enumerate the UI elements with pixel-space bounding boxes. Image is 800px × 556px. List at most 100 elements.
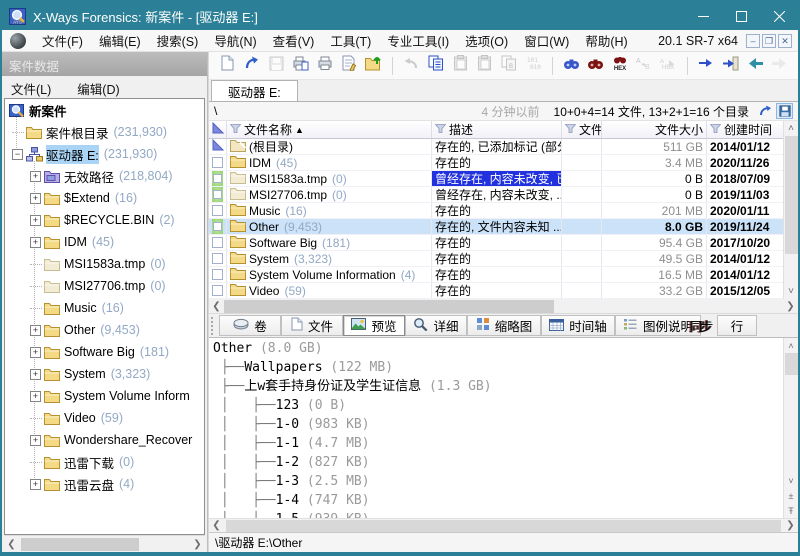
file-list-hscrollbar[interactable]: ❮ ❯: [209, 299, 798, 314]
file-row-music[interactable]: Music(16)存在的201 MB2020/01/11: [209, 203, 783, 219]
scroll-right-icon[interactable]: ❯: [783, 299, 798, 314]
file-name-cell[interactable]: MSI1583a.tmp(0): [227, 171, 432, 186]
description-cell[interactable]: 存在的, 已添加标记 (部分...: [432, 139, 562, 154]
expand-plus-icon[interactable]: +: [30, 325, 41, 336]
hscroll-thumb[interactable]: [226, 520, 781, 532]
menubar-item-1[interactable]: 文件(F): [34, 29, 91, 52]
scroll-right-icon[interactable]: ❯: [783, 518, 798, 533]
file-type-cell[interactable]: [562, 139, 602, 154]
goto-offset-button[interactable]: [694, 54, 718, 77]
scroll-up-icon[interactable]: ˄: [784, 121, 799, 136]
paste-button[interactable]: [448, 54, 472, 77]
tree-item--[interactable]: +无效路径(218,804): [5, 165, 204, 187]
scroll-down-icon[interactable]: ˅: [784, 284, 799, 299]
properties-button[interactable]: [337, 54, 361, 77]
mdi-restore-button[interactable]: ❐: [762, 34, 776, 48]
menubar-item-9[interactable]: 窗口(W): [516, 29, 577, 52]
file-type-cell[interactable]: [562, 187, 602, 202]
mode-tab-预览[interactable]: 预览: [343, 315, 405, 336]
description-cell[interactable]: 存在的: [432, 155, 562, 170]
row-select-cell[interactable]: [209, 155, 227, 170]
file-row-msi27706-tmp[interactable]: MSI27706.tmp(0)曾经存在, 内容未改变, ...0 B2019/1…: [209, 187, 783, 203]
menubar-item-10[interactable]: 帮助(H): [577, 29, 635, 52]
file-row-system[interactable]: System(3,323)存在的49.5 GB2014/01/12: [209, 251, 783, 267]
file-type-cell[interactable]: [562, 203, 602, 218]
file-name-cell[interactable]: (根目录): [227, 139, 432, 154]
refresh-icon[interactable]: [757, 103, 774, 119]
print-button[interactable]: [313, 54, 337, 77]
file-type-cell[interactable]: [562, 283, 602, 298]
hex-replace-button[interactable]: AHEX: [657, 54, 681, 77]
case-tree-hscrollbar[interactable]: ❮ ❯: [4, 535, 205, 552]
simultaneous-search-button[interactable]: [583, 54, 607, 77]
search-button[interactable]: [559, 54, 583, 77]
mdi-minimize-button[interactable]: –: [746, 34, 760, 48]
collapse-minus-icon[interactable]: −: [12, 149, 23, 160]
expand-plus-icon[interactable]: +: [30, 237, 41, 248]
row-select-cell[interactable]: [209, 203, 227, 218]
replace-button[interactable]: AB: [632, 54, 656, 77]
row-select-cell[interactable]: [209, 139, 227, 154]
save-listing-icon[interactable]: [776, 103, 793, 119]
scroll-up-icon[interactable]: ˄: [784, 338, 799, 353]
created-cell[interactable]: 2019/11/03: [707, 187, 783, 202]
row-select-cell[interactable]: [209, 251, 227, 266]
binary-ops-button[interactable]: 101010: [521, 54, 545, 77]
column-header-文件名称[interactable]: 文件名称▲: [227, 121, 432, 138]
column-header-文件类[interactable]: 文件类: [562, 121, 602, 138]
tagged-checkbox[interactable]: [212, 187, 223, 202]
row-select-cell[interactable]: [209, 171, 227, 186]
file-type-cell[interactable]: [562, 155, 602, 170]
file-name-cell[interactable]: System(3,323): [227, 251, 432, 266]
menubar-item-6[interactable]: 工具(T): [322, 29, 379, 52]
expand-plus-icon[interactable]: +: [30, 369, 41, 380]
created-cell[interactable]: 2015/12/05: [707, 283, 783, 298]
mode-tab-时间轴[interactable]: 时间轴: [541, 315, 615, 336]
file-row-msi1583a-tmp[interactable]: MSI1583a.tmp(0)曾经存在, 内容未改变, 已查看0 B2018/0…: [209, 171, 783, 187]
file-list-vscrollbar[interactable]: ˄ ˅: [783, 121, 798, 299]
menubar-item-2[interactable]: 编辑(E): [91, 29, 149, 52]
tagged-checkbox[interactable]: [212, 171, 223, 186]
file-name-cell[interactable]: Music(16): [227, 203, 432, 218]
checkbox-icon[interactable]: [212, 205, 223, 216]
created-cell[interactable]: 2018/07/09: [707, 171, 783, 186]
description-cell[interactable]: 曾经存在, 内容未改变, 已查看: [432, 171, 562, 186]
file-row--[interactable]: (根目录)存在的, 已添加标记 (部分...511 GB2014/01/12: [209, 139, 783, 155]
created-cell[interactable]: 2020/11/26: [707, 155, 783, 170]
expand-plus-icon[interactable]: +: [30, 171, 41, 182]
print-preview-button[interactable]: [288, 54, 312, 77]
page-jump-icon[interactable]: ±: [784, 488, 799, 503]
description-cell[interactable]: 存在的: [432, 203, 562, 218]
mode-tab-缩略图[interactable]: 缩略图: [467, 315, 541, 336]
tree-item-msi27706-tmp[interactable]: MSI27706.tmp(0): [5, 275, 204, 297]
file-name-cell[interactable]: System Volume Information(4): [227, 267, 432, 282]
minimize-button[interactable]: [684, 2, 722, 30]
tree-item-other[interactable]: +Other(9,453): [5, 319, 204, 341]
expand-plus-icon[interactable]: +: [30, 215, 41, 226]
description-cell[interactable]: 存在的: [432, 251, 562, 266]
file-type-cell[interactable]: [562, 171, 602, 186]
preview-hscrollbar[interactable]: ❮ ❯: [209, 518, 798, 532]
tree-item--[interactable]: 新案件: [5, 99, 204, 121]
file-row-software-big[interactable]: Software Big(181)存在的95.4 GB2017/10/20: [209, 235, 783, 251]
description-cell[interactable]: 存在的: [432, 267, 562, 282]
goto-page-button[interactable]: [719, 54, 743, 77]
created-cell[interactable]: 2017/10/20: [707, 235, 783, 250]
tree-item--[interactable]: 迅雷下载(0): [5, 451, 204, 473]
paste-into-button[interactable]: [473, 54, 497, 77]
checkbox-icon[interactable]: [212, 237, 223, 248]
tree-item-music[interactable]: Music(16): [5, 297, 204, 319]
file-type-cell[interactable]: [562, 219, 602, 234]
created-cell[interactable]: 2020/01/11: [707, 203, 783, 218]
forward-button[interactable]: [768, 54, 792, 77]
file-type-cell[interactable]: [562, 267, 602, 282]
system-menu-icon[interactable]: [10, 33, 26, 49]
created-cell[interactable]: 2014/01/12: [707, 267, 783, 282]
mode-tab-同步[interactable]: 同步: [683, 315, 717, 336]
column-header-创建时间[interactable]: 创建时间: [707, 121, 783, 138]
file-name-cell[interactable]: Software Big(181): [227, 235, 432, 250]
file-size-cell[interactable]: 16.5 MB: [602, 267, 707, 282]
row-select-cell[interactable]: [209, 219, 227, 234]
column-header-文件大小[interactable]: 文件大小: [602, 121, 707, 138]
file-size-cell[interactable]: 95.4 GB: [602, 235, 707, 250]
